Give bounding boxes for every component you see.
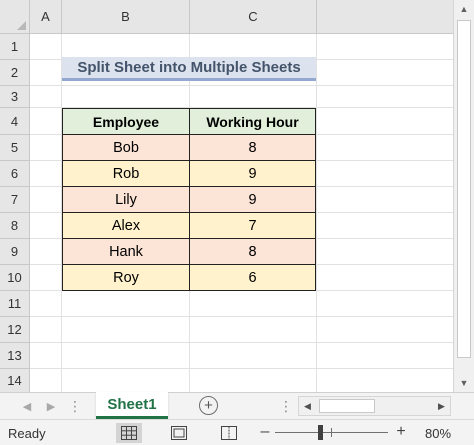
page-layout-icon [171, 426, 187, 440]
page-layout-view-button[interactable] [166, 423, 192, 443]
tab-scroll-right-icon[interactable]: ▶ [42, 397, 60, 415]
row-header-3[interactable]: 3 [0, 86, 30, 108]
table-row: Alex 7 [62, 212, 316, 239]
page-break-preview-button[interactable] [216, 423, 242, 443]
horizontal-scroll-thumb[interactable] [319, 399, 375, 413]
header-cell-employee[interactable]: Employee [62, 108, 190, 135]
header-cell-working-hour[interactable]: Working Hour [189, 108, 316, 135]
row-header-14[interactable]: 14 [0, 369, 30, 392]
gridline [30, 85, 474, 86]
employee-cell[interactable]: Bob [62, 134, 190, 161]
employee-table: Employee Working Hour Bob 8 Rob 9 Lily 9… [62, 108, 316, 291]
row-header-7[interactable]: 7 [0, 187, 30, 213]
row-header-12[interactable]: 12 [0, 317, 30, 343]
zoom-level[interactable]: 80% [425, 426, 451, 441]
select-all-triangle-icon [17, 21, 26, 30]
row-header-4[interactable]: 4 [0, 108, 30, 135]
employee-cell[interactable]: Rob [62, 160, 190, 187]
scroll-left-arrow-icon[interactable]: ◀ [299, 397, 316, 415]
hours-cell[interactable]: 7 [189, 212, 316, 239]
normal-view-button[interactable] [116, 423, 142, 443]
employee-cell[interactable]: Roy [62, 264, 190, 291]
scroll-right-arrow-icon[interactable]: ▶ [433, 397, 450, 415]
table-row: Lily 9 [62, 186, 316, 213]
select-all-corner[interactable] [0, 0, 30, 34]
zoom-out-icon[interactable]: – [258, 423, 272, 441]
row-header-10[interactable]: 10 [0, 265, 30, 291]
table-row: Roy 6 [62, 264, 316, 291]
scroll-up-arrow-icon[interactable]: ▲ [454, 0, 474, 17]
sheet-tab-bar: ◀ ▶ ⋮ Sheet1 + ⋮ ◀ ▶ [0, 392, 474, 419]
tab-splitter-icon[interactable]: ⋮ [279, 398, 293, 414]
hours-cell[interactable]: 6 [189, 264, 316, 291]
employee-cell[interactable]: Hank [62, 238, 190, 265]
table-row: Bob 8 [62, 134, 316, 161]
table-row: Rob 9 [62, 160, 316, 187]
plus-circle-icon[interactable]: + [199, 396, 218, 415]
zoom-in-icon[interactable]: + [394, 423, 408, 441]
row-header-1[interactable]: 1 [0, 34, 30, 60]
column-header-c[interactable]: C [190, 0, 317, 34]
worksheet-grid[interactable]: A B C 1 2 3 4 5 6 7 8 9 10 11 12 13 14 S… [0, 0, 474, 392]
row-header-8[interactable]: 8 [0, 213, 30, 239]
column-header-a[interactable]: A [30, 0, 62, 34]
scroll-down-arrow-icon[interactable]: ▼ [454, 374, 474, 391]
grid-icon [121, 426, 137, 440]
row-header-2[interactable]: 2 [0, 60, 30, 86]
gridline [30, 368, 474, 369]
employee-cell[interactable]: Alex [62, 212, 190, 239]
horizontal-scrollbar[interactable]: ◀ ▶ [298, 396, 451, 416]
gridline [30, 316, 474, 317]
hours-cell[interactable]: 9 [189, 186, 316, 213]
column-header-b[interactable]: B [62, 0, 190, 34]
page-break-icon [221, 426, 237, 440]
gridline [316, 34, 317, 392]
vertical-scrollbar[interactable]: ▲ ▼ [453, 0, 474, 392]
gridline [30, 342, 474, 343]
status-text: Ready [8, 426, 46, 441]
row-header-5[interactable]: 5 [0, 135, 30, 161]
row-header-9[interactable]: 9 [0, 239, 30, 265]
sheet-title-cell[interactable]: Split Sheet into Multiple Sheets [62, 57, 316, 81]
employee-cell[interactable]: Lily [62, 186, 190, 213]
hours-cell[interactable]: 9 [189, 160, 316, 187]
ellipsis-icon[interactable]: ⋮ [66, 397, 84, 415]
vertical-scroll-thumb[interactable] [457, 20, 471, 358]
hours-cell[interactable]: 8 [189, 134, 316, 161]
hours-cell[interactable]: 8 [189, 238, 316, 265]
zoom-slider-center-mark [331, 428, 332, 437]
column-header-blank [317, 0, 453, 34]
table-header-row: Employee Working Hour [62, 108, 316, 135]
row-header-11[interactable]: 11 [0, 291, 30, 317]
table-row: Hank 8 [62, 238, 316, 265]
zoom-slider-thumb[interactable] [318, 425, 323, 440]
row-header-13[interactable]: 13 [0, 343, 30, 369]
status-bar: Ready – + 80% [0, 419, 474, 445]
row-header-6[interactable]: 6 [0, 161, 30, 187]
sheet-tab-sheet1[interactable]: Sheet1 [96, 392, 168, 419]
tab-scroll-left-icon[interactable]: ◀ [18, 397, 36, 415]
